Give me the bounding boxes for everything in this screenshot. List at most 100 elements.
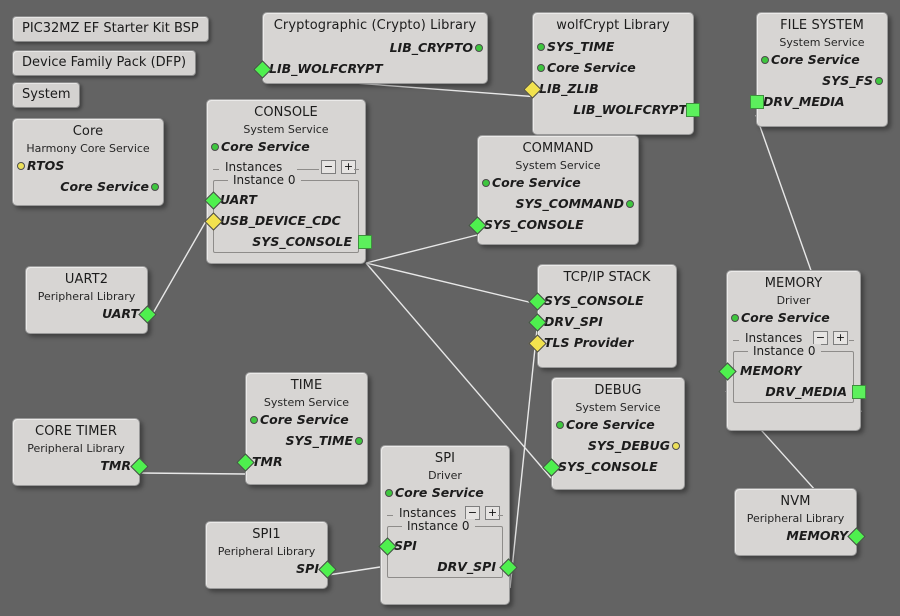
port-console-usb-device-cdc[interactable]: USB_DEVICE_CDC: [204, 210, 358, 231]
connector-square-green-icon[interactable]: [852, 384, 866, 399]
port-crypto-lib-wolfcrypt[interactable]: LIB_WOLFCRYPT: [253, 58, 487, 79]
port-uart2-uart[interactable]: UART: [26, 303, 157, 324]
port-console-sys-console[interactable]: SYS_CONSOLE: [214, 231, 372, 252]
connector-diamond-green-icon[interactable]: [318, 559, 337, 579]
connector-dot-green-icon[interactable]: [556, 420, 564, 429]
node-tcpip-stack[interactable]: TCP/IP STACK SYS_CONSOLE DRV_SPI TLS Pro…: [528, 264, 677, 368]
port-fs-drv-media[interactable]: DRV_MEDIA: [750, 91, 887, 112]
port-command-sys-command[interactable]: SYS_COMMAND: [478, 193, 638, 214]
console-expand-button[interactable]: +: [341, 160, 356, 174]
port-time-core-service[interactable]: Core Service: [246, 409, 367, 430]
node-crypto-library[interactable]: Cryptographic (Crypto) Library LIB_CRYPT…: [253, 12, 488, 84]
port-wolfcrypt-sys-time[interactable]: SYS_TIME: [533, 36, 693, 57]
port-tcpip-sys-console[interactable]: SYS_CONSOLE: [528, 290, 676, 311]
connector-dot-green-icon[interactable]: [385, 488, 393, 497]
spi-collapse-button[interactable]: −: [465, 506, 480, 520]
port-time-sys-time[interactable]: SYS_TIME: [246, 430, 367, 451]
port-label: UART: [220, 192, 257, 207]
port-memory-drv-media[interactable]: DRV_MEDIA: [734, 381, 866, 402]
node-console-title: CONSOLE: [254, 105, 318, 120]
connector-square-green-icon[interactable]: [750, 94, 764, 109]
button-device-family-pack[interactable]: Device Family Pack (DFP): [12, 50, 197, 76]
connector-dot-green-icon[interactable]: [211, 142, 219, 151]
port-spi-spi[interactable]: SPI: [378, 535, 502, 556]
console-instance-0[interactable]: Instance 0 UART USB_DEVICE_CDC SYS_CONSO…: [204, 173, 372, 253]
node-spi1[interactable]: SPI1 Peripheral Library SPI: [205, 521, 337, 589]
port-core-rtos[interactable]: RTOS: [13, 155, 163, 176]
connector-dot-green-icon[interactable]: [626, 199, 634, 208]
spi-expand-button[interactable]: +: [485, 506, 500, 520]
port-fs-core-service[interactable]: Core Service: [757, 49, 887, 70]
connector-square-green-icon[interactable]: [358, 234, 372, 249]
memory-collapse-button[interactable]: −: [813, 331, 828, 345]
connector-dot-yellow-icon[interactable]: [17, 161, 25, 170]
port-memory-core-service[interactable]: Core Service: [727, 307, 860, 328]
port-crypto-lib-crypto[interactable]: LIB_CRYPTO: [263, 37, 487, 58]
connector-dot-green-icon[interactable]: [250, 415, 258, 424]
connector-dot-green-icon[interactable]: [537, 42, 545, 51]
node-spi-driver[interactable]: SPI Driver Core Service Instances − + In…: [378, 445, 518, 605]
port-console-core-service[interactable]: Core Service: [207, 136, 365, 157]
memory-instance-0[interactable]: Instance 0 MEMORY DRV_MEDIA: [718, 344, 866, 403]
port-core-timer-tmr[interactable]: TMR: [13, 455, 149, 476]
memory-expand-button[interactable]: +: [833, 331, 848, 345]
connector-dot-green-icon[interactable]: [875, 76, 883, 85]
port-label: DRV_MEDIA: [763, 94, 845, 109]
connector-dot-green-icon[interactable]: [482, 178, 490, 187]
node-debug[interactable]: DEBUG System Service Core Service SYS_DE…: [542, 377, 685, 490]
edge-console-command: [365, 234, 478, 264]
node-nvm[interactable]: NVM Peripheral Library MEMORY: [734, 488, 866, 556]
port-debug-core-service[interactable]: Core Service: [552, 414, 684, 435]
node-uart2[interactable]: UART2 Peripheral Library UART: [25, 266, 157, 334]
port-label: SYS_TIME: [547, 39, 615, 54]
port-nvm-memory[interactable]: MEMORY: [735, 525, 866, 546]
connector-diamond-green-icon[interactable]: [847, 526, 866, 546]
connector-diamond-green-icon[interactable]: [138, 304, 157, 324]
port-label: SYS_CONSOLE: [558, 459, 658, 474]
port-spi-core-service[interactable]: Core Service: [381, 482, 509, 503]
button-pic32mz-bsp[interactable]: PIC32MZ EF Starter Kit BSP: [12, 16, 209, 42]
port-wolfcrypt-lib-zlib[interactable]: LIB_ZLIB: [523, 78, 693, 99]
node-command[interactable]: COMMAND System Service Core Service SYS_…: [468, 135, 639, 245]
node-memory-driver[interactable]: MEMORY Driver Core Service Instances − +…: [718, 270, 866, 431]
port-fs-sys-fs[interactable]: SYS_FS: [757, 70, 887, 91]
node-core-timer[interactable]: CORE TIMER Peripheral Library TMR: [12, 418, 149, 486]
port-command-core-service[interactable]: Core Service: [478, 172, 638, 193]
port-spi1-spi[interactable]: SPI: [206, 558, 337, 579]
connector-dot-green-icon[interactable]: [537, 63, 545, 72]
port-debug-sys-debug[interactable]: SYS_DEBUG: [552, 435, 684, 456]
connector-square-green-icon[interactable]: [686, 102, 700, 117]
node-file-system[interactable]: FILE SYSTEM System Service Core Service …: [750, 12, 888, 127]
port-memory-memory[interactable]: MEMORY: [718, 360, 853, 381]
port-wolfcrypt-core-service[interactable]: Core Service: [533, 57, 693, 78]
connector-diamond-green-icon[interactable]: [130, 456, 149, 476]
button-system[interactable]: System: [12, 82, 81, 108]
connector-dot-yellow-icon[interactable]: [672, 441, 680, 450]
port-wolfcrypt-lib-wolfcrypt[interactable]: LIB_WOLFCRYPT: [533, 99, 700, 120]
node-core[interactable]: Core Harmony Core Service RTOS Core Serv…: [12, 118, 164, 206]
port-spi-drv-spi[interactable]: DRV_SPI: [388, 556, 518, 577]
port-core-core-service[interactable]: Core Service: [13, 176, 163, 197]
port-tcpip-tls-provider[interactable]: TLS Provider: [528, 332, 676, 353]
port-debug-sys-console[interactable]: SYS_CONSOLE: [542, 456, 684, 477]
connector-dot-green-icon[interactable]: [731, 313, 739, 322]
connector-diamond-green-icon[interactable]: [718, 361, 737, 381]
connector-dot-green-icon[interactable]: [761, 55, 769, 64]
spi-instance-0[interactable]: Instance 0 SPI DRV_SPI: [378, 519, 518, 578]
connector-dot-green-icon[interactable]: [151, 182, 159, 191]
connector-diamond-green-icon[interactable]: [499, 557, 518, 577]
node-time[interactable]: TIME System Service Core Service SYS_TIM…: [236, 372, 368, 485]
connector-dot-green-icon[interactable]: [475, 43, 483, 52]
port-console-uart[interactable]: UART: [204, 189, 358, 210]
node-spi-title: SPI: [434, 451, 456, 466]
port-time-tmr[interactable]: TMR: [236, 451, 367, 472]
port-label: Core Service: [741, 310, 830, 325]
node-wolfcrypt-library[interactable]: wolfCrypt Library SYS_TIME Core Service …: [523, 12, 700, 135]
connector-dot-green-icon[interactable]: [355, 436, 363, 445]
node-console[interactable]: CONSOLE System Service Core Service Inst…: [204, 99, 372, 264]
port-command-sys-console[interactable]: SYS_CONSOLE: [468, 214, 638, 235]
console-collapse-button[interactable]: −: [321, 160, 336, 174]
port-label: LIB_ZLIB: [539, 81, 599, 96]
group-line-right: [849, 340, 854, 341]
port-tcpip-drv-spi[interactable]: DRV_SPI: [528, 311, 676, 332]
